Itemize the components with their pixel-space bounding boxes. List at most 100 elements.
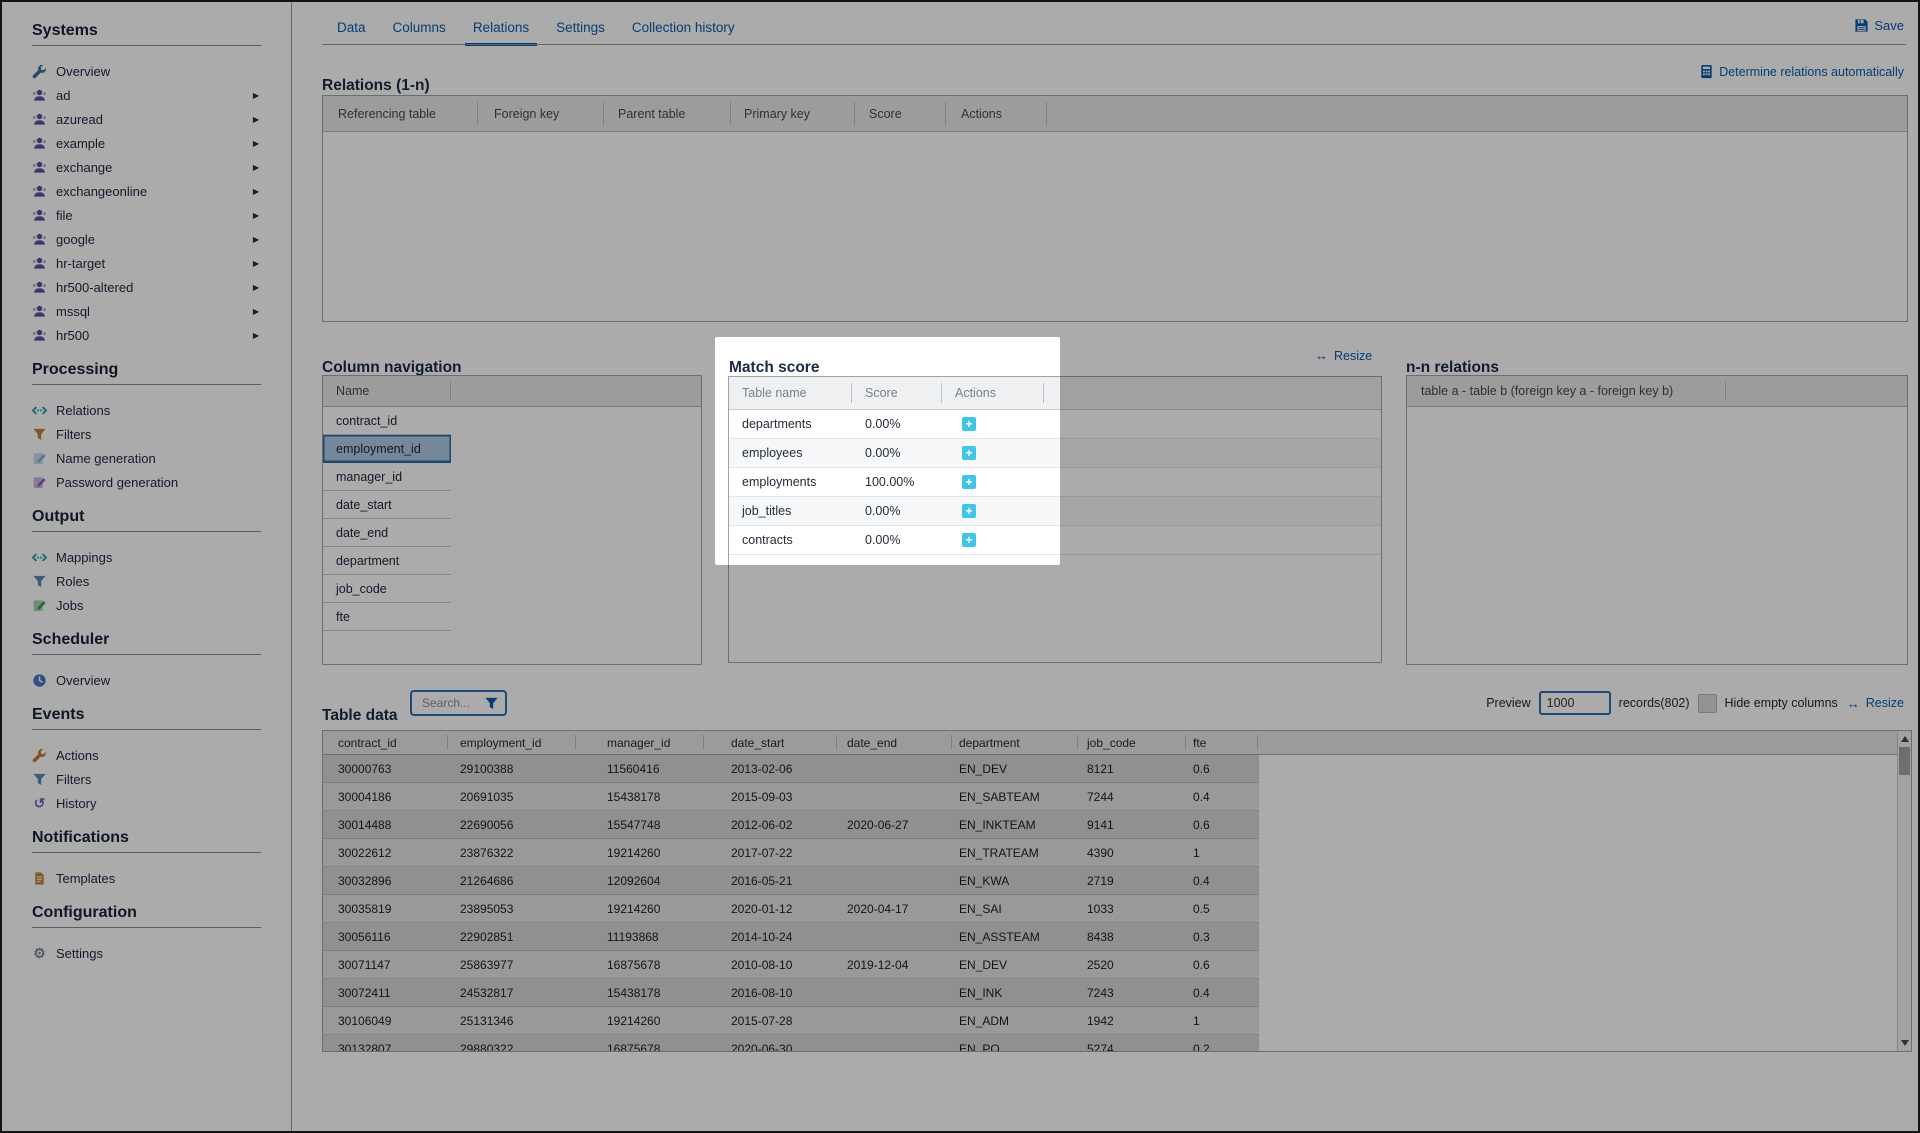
sidebar-item-mappings[interactable]: Mappings	[32, 545, 261, 569]
sidebar-item-google[interactable]: google▶	[32, 227, 261, 251]
table-row[interactable]: 3001448822690056155477482012-06-022020-0…	[323, 811, 1259, 839]
sidebar-heading-output: Output	[32, 508, 261, 528]
column-divider[interactable]	[1185, 735, 1186, 750]
column-divider[interactable]	[603, 102, 604, 125]
chevron-right-icon: ▶	[253, 163, 261, 172]
tab-data[interactable]: Data	[329, 16, 374, 46]
sidebar-item-name-generation[interactable]: Name generation	[32, 446, 261, 470]
column-divider[interactable]	[1077, 735, 1078, 750]
match-score-resize-button[interactable]: ↔ Resize	[1314, 348, 1372, 363]
table-data-resize-button[interactable]: ↔ Resize	[1846, 696, 1904, 711]
column-divider[interactable]	[941, 383, 942, 403]
add-relation-button[interactable]: +	[962, 533, 976, 547]
table-cell: EN_ASSTEAM	[959, 923, 1040, 950]
sidebar-item-history[interactable]: ↺History	[32, 791, 261, 815]
column-divider[interactable]	[854, 102, 855, 125]
scroll-down-arrow[interactable]	[1901, 1040, 1909, 1046]
sidebar-item-filters[interactable]: Filters	[32, 422, 261, 446]
column-nav-item-job-code[interactable]: job_code	[323, 575, 451, 603]
table-row[interactable]: 3003581923895053192142602020-01-122020-0…	[323, 895, 1259, 923]
sidebar-item-exchangeonline[interactable]: exchangeonline▶	[32, 179, 261, 203]
column-nav-item-employment-id[interactable]: employment_id	[323, 435, 451, 463]
table-row[interactable]: 3000418620691035154381782015-09-03EN_SAB…	[323, 783, 1259, 811]
sidebar-item-jobs[interactable]: Jobs	[32, 593, 261, 617]
column-divider[interactable]	[1257, 735, 1258, 750]
table-row[interactable]: 3005611622902851111938682014-10-24EN_ASS…	[323, 923, 1259, 951]
tab-divider	[322, 44, 1906, 45]
tab-relations[interactable]: Relations	[465, 16, 537, 46]
filter-funnel-icon[interactable]	[484, 696, 499, 711]
relations-1n-table-header: Referencing tableForeign keyParent table…	[323, 96, 1907, 132]
sidebar-item-overview[interactable]: Overview	[32, 668, 261, 692]
table-row[interactable]: 3000076329100388115604162013-02-06EN_DEV…	[323, 755, 1259, 783]
sidebar-item-settings[interactable]: ⚙Settings	[32, 941, 261, 965]
sidebar-item-templates[interactable]: Templates	[32, 866, 261, 890]
column-nav-item-contract-id[interactable]: contract_id	[323, 407, 451, 435]
hide-empty-columns-checkbox[interactable]	[1698, 694, 1717, 713]
table-cell: 2010-08-10	[731, 951, 792, 978]
column-nav-item-fte[interactable]: fte	[323, 603, 451, 631]
column-nav-item-date-start[interactable]: date_start	[323, 491, 451, 519]
scroll-up-arrow[interactable]	[1901, 736, 1909, 742]
sidebar-item-example[interactable]: example▶	[32, 131, 261, 155]
add-relation-button[interactable]: +	[962, 504, 976, 518]
sidebar-item-hr500-altered[interactable]: hr500-altered▶	[32, 275, 261, 299]
sidebar-item-hr500[interactable]: hr500▶	[32, 323, 261, 347]
column-nav-item-department[interactable]: department	[323, 547, 451, 575]
sidebar-item-hr-target[interactable]: hr-target▶	[32, 251, 261, 275]
column-divider[interactable]	[1046, 102, 1047, 125]
column-divider[interactable]	[447, 735, 448, 750]
add-relation-button[interactable]: +	[962, 446, 976, 460]
column-divider[interactable]	[945, 102, 946, 125]
table-row[interactable]: 3003289621264686120926042016-05-21EN_KWA…	[323, 867, 1259, 895]
column-divider[interactable]	[951, 735, 952, 750]
table-data-header-contract-id: contract_id	[338, 731, 397, 754]
search-input[interactable]	[420, 695, 484, 711]
sidebar-item-file[interactable]: file▶	[32, 203, 261, 227]
save-button[interactable]: Save	[1854, 18, 1904, 33]
sidebar-item-overview[interactable]: Overview	[32, 59, 261, 83]
table-row[interactable]: 3007114725863977168756782010-08-102019-1…	[323, 951, 1259, 979]
match-score-resize-label: Resize	[1334, 349, 1372, 363]
sidebar-item-ad[interactable]: ad▶	[32, 83, 261, 107]
sidebar-item-roles[interactable]: Roles	[32, 569, 261, 593]
table-row[interactable]: 3002261223876322192142602017-07-22EN_TRA…	[323, 839, 1259, 867]
table-cell: 30004186	[338, 783, 391, 810]
sidebar-item-relations[interactable]: Relations	[32, 398, 261, 422]
sidebar-item-filters[interactable]: Filters	[32, 767, 261, 791]
sidebar-item-label: Mappings	[56, 550, 112, 565]
add-relation-button[interactable]: +	[962, 417, 976, 431]
tab-settings[interactable]: Settings	[548, 16, 613, 46]
column-nav-item-manager-id[interactable]: manager_id	[323, 463, 451, 491]
column-divider[interactable]	[836, 735, 837, 750]
tab-columns[interactable]: Columns	[385, 16, 454, 46]
column-divider[interactable]	[450, 382, 451, 400]
column-divider[interactable]	[730, 102, 731, 125]
tab-collection-history[interactable]: Collection history	[624, 16, 743, 46]
column-nav-item-date-end[interactable]: date_end	[323, 519, 451, 547]
sidebar-item-azuread[interactable]: azuread▶	[32, 107, 261, 131]
preview-records-input[interactable]	[1539, 691, 1611, 715]
table-row[interactable]: 3013280729880322168756782020-06-30EN_PO5…	[323, 1035, 1259, 1052]
table-row[interactable]: 3007241124532817154381782016-08-10EN_INK…	[323, 979, 1259, 1007]
sidebar-item-label: mssql	[56, 304, 90, 319]
column-divider[interactable]	[703, 735, 704, 750]
table-cell: 15438178	[607, 783, 660, 810]
sidebar-item-actions[interactable]: Actions	[32, 743, 261, 767]
scrollbar-thumb[interactable]	[1899, 747, 1910, 775]
sidebar-item-exchange[interactable]: exchange▶	[32, 155, 261, 179]
add-relation-button[interactable]: +	[962, 475, 976, 489]
sidebar-item-password-generation[interactable]: Password generation	[32, 470, 261, 494]
sidebar: SystemsOverviewad▶azuread▶example▶exchan…	[2, 2, 292, 1131]
column-divider[interactable]	[477, 102, 478, 125]
column-divider[interactable]	[575, 735, 576, 750]
determine-relations-button[interactable]: Determine relations automatically	[1699, 64, 1904, 79]
sidebar-item-mssql[interactable]: mssql▶	[32, 299, 261, 323]
records-count-label: records(802)	[1619, 696, 1690, 710]
column-divider[interactable]	[1725, 382, 1726, 400]
table-row[interactable]: 3010604925131346192142602015-07-28EN_ADM…	[323, 1007, 1259, 1035]
table-cell: 2012-06-02	[731, 811, 792, 838]
column-divider[interactable]	[851, 383, 852, 403]
column-divider[interactable]	[1043, 383, 1044, 403]
vertical-scrollbar[interactable]	[1897, 731, 1911, 1051]
